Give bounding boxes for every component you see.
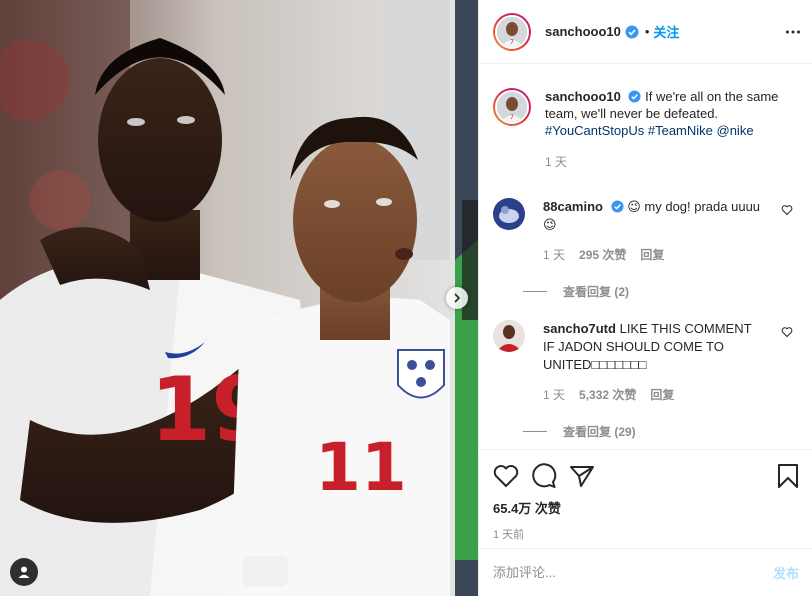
caption-hashtags[interactable]: #YouCantStopUs #TeamNike @nike (545, 123, 754, 138)
comment-like-count[interactable]: 295 次赞 (579, 246, 626, 263)
comment-text-block: sancho7utd LIKE THIS COMMENT IF JADON SH… (543, 320, 763, 374)
add-comment-input[interactable] (493, 565, 773, 580)
commenter-username[interactable]: 88camino (543, 199, 603, 214)
commenter-username[interactable]: sancho7utd (543, 321, 616, 336)
comment-like-heart-icon[interactable] (781, 326, 793, 338)
author-username[interactable]: sanchooo10 (545, 24, 621, 39)
share-icon[interactable] (569, 464, 595, 488)
verified-icon (625, 25, 639, 38)
comment-time[interactable]: 1 天 (543, 386, 565, 403)
replies-divider (523, 431, 547, 432)
action-icons-row (493, 460, 799, 492)
comment-meta: 1 天 5,332 次赞 回复 (543, 386, 803, 403)
post-caption: 7 sanchooo10 If we're all on the same te… (493, 88, 803, 170)
caption-avatar[interactable]: 7 (493, 88, 531, 126)
avatar-image (493, 198, 525, 230)
separator-dot: • (644, 24, 650, 39)
view-replies-button[interactable]: 查看回复 (29) (523, 423, 803, 440)
verified-icon (628, 90, 642, 103)
avatar-image: 7 (497, 16, 527, 47)
caption-text-block: sanchooo10 If we're all on the same team… (545, 88, 789, 139)
view-replies-label: 查看回复 (29) (563, 425, 636, 439)
follow-button[interactable]: 关注 (653, 22, 679, 41)
view-replies-button[interactable]: 查看回复 (2) (523, 283, 803, 300)
caption-time[interactable]: 1 天 (545, 153, 803, 170)
reply-button[interactable]: 回复 (650, 386, 674, 403)
post-timestamp[interactable]: 1 天前 (493, 526, 799, 542)
comment-time[interactable]: 1 天 (543, 246, 565, 263)
comment-item: sancho7utd LIKE THIS COMMENT IF JADON SH… (493, 320, 803, 440)
add-comment-bar: 发布 (479, 548, 812, 596)
photo-scene: 19 11 (0, 0, 478, 596)
caption-username[interactable]: sanchooo10 (545, 89, 621, 104)
shirt-number-right: 11 (315, 429, 407, 506)
chevron-right-icon (454, 293, 461, 303)
post-header: 7 sanchooo10 • 关注 (479, 0, 812, 64)
post-photo[interactable]: 19 11 (0, 0, 478, 596)
comment-icon[interactable] (531, 463, 557, 489)
avatar-image (493, 320, 525, 352)
comment-text-block: 88camino 😉 my dog! prada uuuu 😉 (543, 198, 763, 234)
instagram-post: 19 11 7 sanchooo10 • 关注 7 sanchooo10 If … (0, 0, 812, 596)
view-replies-label: 查看回复 (2) (563, 285, 630, 299)
heart-icon[interactable] (493, 464, 519, 488)
replies-divider (523, 291, 547, 292)
user-tag-icon (18, 566, 30, 578)
bookmark-icon[interactable] (777, 463, 799, 489)
comment-like-heart-icon[interactable] (781, 204, 793, 216)
post-comment-button[interactable]: 发布 (773, 563, 799, 582)
commenter-avatar[interactable] (493, 320, 525, 352)
reply-button[interactable]: 回复 (640, 246, 664, 263)
user-tags-button[interactable] (10, 558, 38, 586)
carousel-next-button[interactable] (446, 287, 468, 309)
author-avatar[interactable]: 7 (493, 12, 531, 51)
comment-item: 88camino 😉 my dog! prada uuuu 😉 1 天 295 … (493, 198, 803, 300)
commenter-avatar[interactable] (493, 198, 525, 230)
svg-text:7: 7 (510, 114, 514, 121)
comment-like-count[interactable]: 5,332 次赞 (579, 386, 636, 403)
comment-meta: 1 天 295 次赞 回复 (543, 246, 803, 263)
svg-text:7: 7 (510, 39, 514, 46)
post-like-count[interactable]: 65.4万 次赞 (493, 498, 799, 517)
post-side-panel: 7 sanchooo10 • 关注 7 sanchooo10 If we're … (478, 0, 812, 596)
verified-icon (611, 200, 624, 213)
post-actions: 65.4万 次赞 1 天前 (479, 449, 812, 549)
avatar-image: 7 (497, 92, 527, 122)
more-options-icon[interactable] (785, 24, 801, 40)
